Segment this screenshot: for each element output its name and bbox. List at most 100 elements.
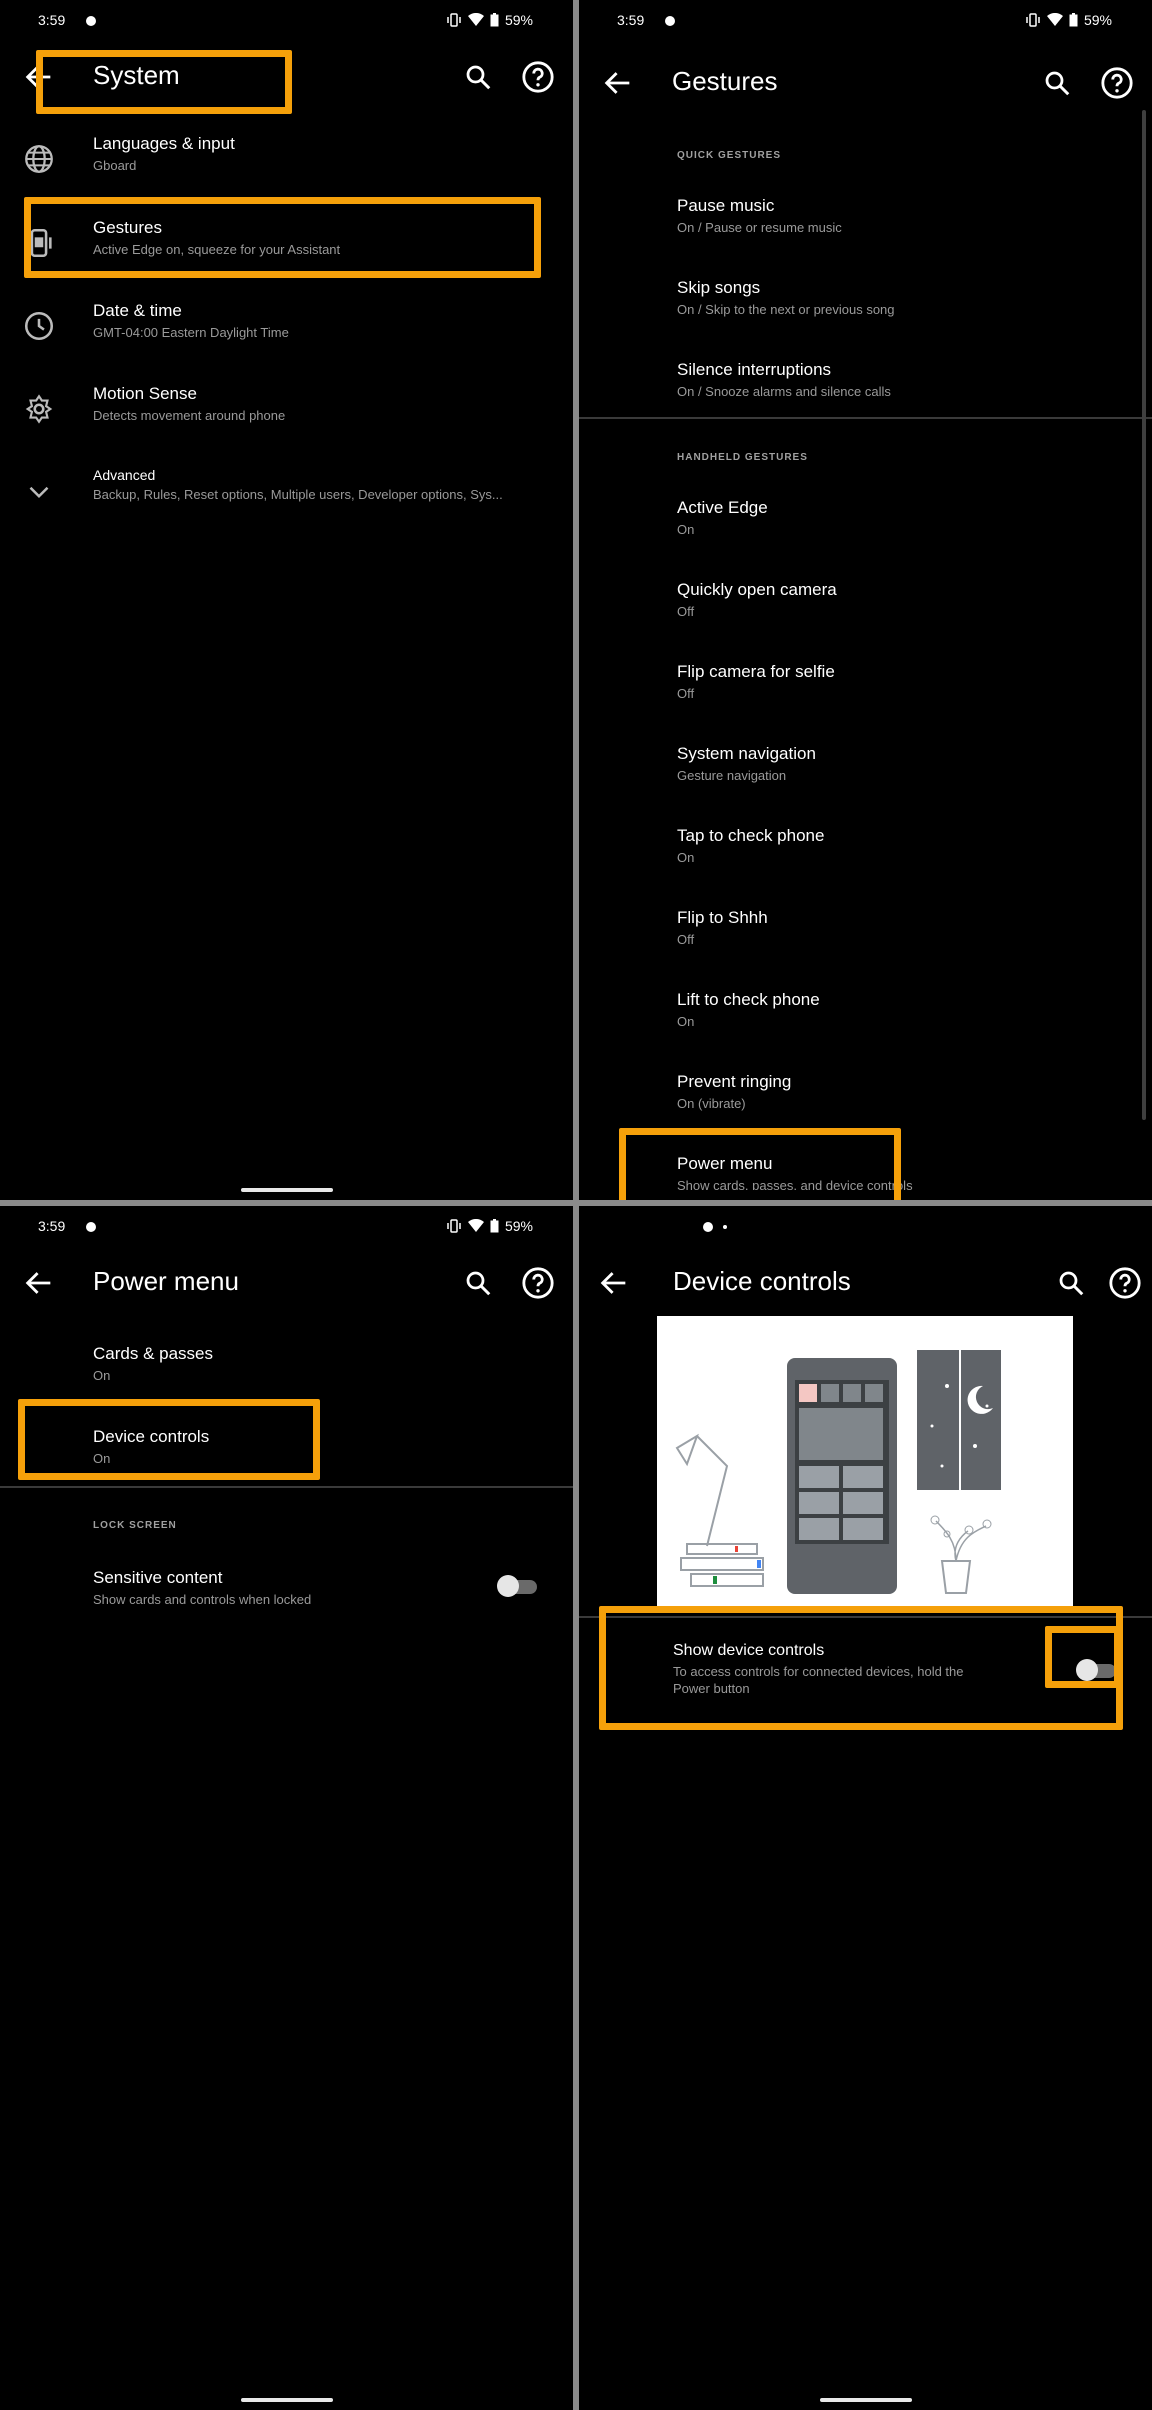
list-item-tap-to-check[interactable]: Tap to check phone On — [579, 822, 1152, 902]
divider — [0, 1486, 573, 1488]
help-icon[interactable] — [521, 1266, 555, 1300]
gesture-nav-bar[interactable] — [240, 2398, 333, 2402]
sensitive-content-toggle[interactable] — [497, 1572, 537, 1598]
list-item-show-device-controls[interactable]: Show device controls To access controls … — [579, 1638, 1152, 1718]
item-subtitle: Off — [677, 932, 695, 947]
gestures-phone-icon — [26, 228, 52, 258]
notification-dot-icon — [86, 16, 96, 26]
item-title: Lift to check phone — [677, 990, 820, 1009]
section-header-handheld-gestures: HANDHELD GESTURES — [677, 452, 808, 463]
list-item-lift-to-check[interactable]: Lift to check phone On — [579, 986, 1152, 1066]
list-item-sensitive-content[interactable]: Sensitive content Show cards and control… — [0, 1564, 573, 1644]
item-title: Motion Sense — [93, 384, 197, 403]
item-title: Pause music — [677, 196, 775, 215]
clock-icon — [24, 311, 54, 341]
list-item-motion-sense[interactable]: Motion Sense Detects movement around pho… — [0, 380, 573, 460]
item-subtitle: Off — [677, 686, 695, 701]
item-title: Gestures — [93, 218, 162, 237]
item-title: Power menu — [677, 1154, 773, 1173]
item-subtitle: Gesture navigation — [677, 768, 787, 783]
back-arrow-icon[interactable] — [601, 66, 635, 100]
search-icon[interactable] — [463, 1268, 493, 1298]
vibrate-icon — [447, 1219, 461, 1233]
help-icon[interactable] — [1100, 66, 1134, 100]
notification-dot-icon — [703, 1222, 713, 1232]
show-device-controls-toggle[interactable] — [1076, 1656, 1116, 1682]
vibrate-icon — [1026, 13, 1040, 27]
list-item-flip-camera[interactable]: Flip camera for selfie Off — [579, 658, 1152, 738]
list-item-power-menu[interactable]: Power menu Show cards, passes, and devic… — [579, 1150, 1152, 1190]
battery-icon — [490, 13, 499, 27]
section-header-lock-screen: LOCK SCREEN — [93, 1520, 177, 1531]
wifi-icon — [467, 1219, 484, 1232]
status-time: 3:59 — [617, 12, 645, 28]
help-icon[interactable] — [1108, 1266, 1142, 1300]
list-item-flip-to-shhh[interactable]: Flip to Shhh Off — [579, 904, 1152, 984]
item-subtitle: On / Pause or resume music — [677, 220, 842, 235]
back-arrow-icon[interactable] — [597, 1266, 631, 1300]
item-subtitle-line2: Power button — [673, 1681, 750, 1696]
item-title: Languages & input — [93, 134, 235, 153]
item-subtitle-line1: To access controls for connected devices… — [673, 1664, 964, 1679]
status-bar: 3:59 59% — [617, 10, 1112, 32]
search-icon[interactable] — [1056, 1268, 1086, 1298]
item-title: Prevent ringing — [677, 1072, 792, 1091]
item-subtitle: Off — [677, 604, 695, 619]
item-subtitle: On — [677, 522, 695, 537]
notification-dot-icon — [86, 1222, 96, 1232]
item-title: Sensitive content — [93, 1568, 223, 1587]
list-item-skip-songs[interactable]: Skip songs On / Skip to the next or prev… — [579, 274, 1152, 354]
item-subtitle: On / Snooze alarms and silence calls — [677, 384, 891, 399]
item-title: System navigation — [677, 744, 816, 763]
help-icon[interactable] — [521, 60, 555, 94]
app-bar: Power menu — [0, 1252, 573, 1312]
list-item-silence-interruptions[interactable]: Silence interruptions On / Snooze alarms… — [579, 356, 1152, 436]
globe-icon — [25, 145, 53, 173]
status-time: 3:59 — [38, 1218, 66, 1234]
status-bar: 3:59 59% — [38, 10, 533, 32]
panel-system: 3:59 59% System Languages & input Gboard… — [0, 0, 573, 1200]
list-item-pause-music[interactable]: Pause music On / Pause or resume music — [579, 192, 1152, 272]
item-title: Advanced — [93, 467, 156, 483]
item-title: Silence interruptions — [677, 360, 832, 379]
item-title: Cards & passes — [93, 1344, 213, 1363]
item-title: Show device controls — [673, 1642, 825, 1659]
search-icon[interactable] — [463, 62, 493, 92]
item-subtitle: Show cards, passes, and device controls — [677, 1178, 913, 1190]
list-item-quickly-open-camera[interactable]: Quickly open camera Off — [579, 576, 1152, 656]
status-bar — [617, 1216, 1112, 1238]
app-bar: System — [0, 46, 573, 106]
item-subtitle: On (vibrate) — [677, 1096, 746, 1111]
device-controls-illustration-art — [675, 1350, 1001, 1594]
list-item-active-edge[interactable]: Active Edge On — [579, 494, 1152, 574]
panel-power-menu: 3:59 59% Power menu Cards & passes On De… — [0, 1206, 573, 2410]
item-subtitle: GMT-04:00 Eastern Daylight Time — [93, 325, 289, 340]
scrollbar[interactable] — [1142, 110, 1146, 1120]
list-item-date-time[interactable]: Date & time GMT-04:00 Eastern Daylight T… — [0, 297, 573, 377]
item-subtitle: On — [93, 1451, 111, 1466]
panel-device-controls: Device controls Show device controls To … — [579, 1206, 1152, 2410]
item-title: Skip songs — [677, 278, 761, 297]
divider — [579, 417, 1152, 419]
item-title: Active Edge — [677, 498, 768, 517]
gesture-nav-bar[interactable] — [819, 2398, 912, 2402]
status-bar: 3:59 59% — [38, 1216, 533, 1238]
item-title: Device controls — [93, 1427, 210, 1446]
page-title: Gestures — [672, 66, 778, 96]
list-item-advanced[interactable]: Advanced Backup, Rules, Reset options, M… — [0, 463, 573, 543]
chevron-down-icon — [29, 486, 49, 499]
item-subtitle: On / Skip to the next or previous song — [677, 302, 895, 317]
back-arrow-icon[interactable] — [22, 60, 56, 94]
gesture-nav-bar[interactable] — [240, 1188, 333, 1192]
page-title: Device controls — [673, 1266, 851, 1296]
list-item-device-controls[interactable]: Device controls On — [0, 1423, 573, 1503]
search-icon[interactable] — [1042, 68, 1072, 98]
item-subtitle: Backup, Rules, Reset options, Multiple u… — [93, 487, 503, 502]
list-item-prevent-ringing[interactable]: Prevent ringing On (vibrate) — [579, 1068, 1152, 1148]
list-item-cards-passes[interactable]: Cards & passes On — [0, 1340, 573, 1420]
list-item-gestures[interactable]: Gestures Active Edge on, squeeze for you… — [0, 214, 573, 294]
back-arrow-icon[interactable] — [22, 1266, 56, 1300]
item-title: Date & time — [93, 301, 182, 320]
list-item-languages[interactable]: Languages & input Gboard — [0, 130, 573, 210]
list-item-system-navigation[interactable]: System navigation Gesture navigation — [579, 740, 1152, 820]
